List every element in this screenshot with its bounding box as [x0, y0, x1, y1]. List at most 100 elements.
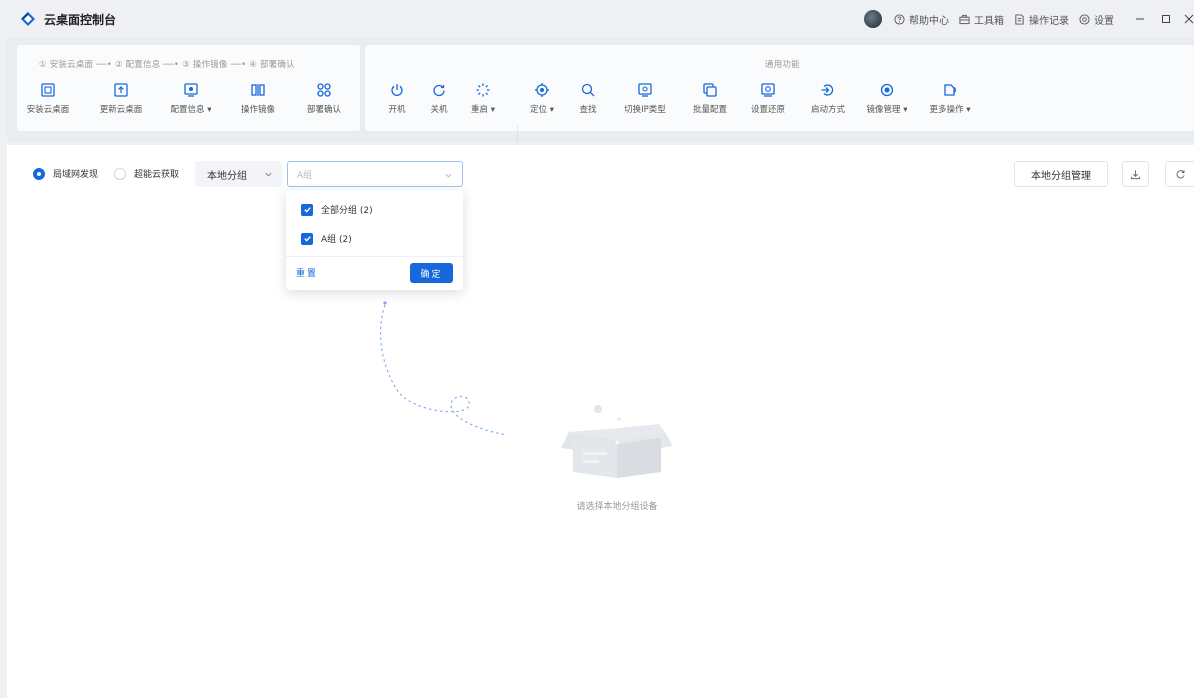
close-icon — [1184, 14, 1194, 24]
help-circle-icon — [894, 13, 905, 25]
toolbox-link[interactable]: 工具箱 — [959, 12, 1004, 27]
restart-label: 重启 ▾ — [471, 105, 495, 115]
install-desktop-label: 安装云桌面 — [26, 105, 70, 115]
power-off-icon — [433, 84, 445, 97]
operation-log-label: 操作记录 — [1029, 15, 1069, 27]
toolbox-icon — [959, 14, 970, 24]
radio-lan-discovery[interactable]: 局域网发现 — [33, 167, 98, 180]
log-icon — [1015, 13, 1024, 25]
setting-restore-button[interactable]: 设置还原 — [741, 81, 795, 115]
option-group-a[interactable]: A组 (2) — [301, 232, 352, 245]
option-all-groups-label: 全部分组 (2) — [321, 206, 373, 216]
empty-box-illustration — [561, 405, 673, 478]
confirm-button[interactable]: 确定 — [410, 263, 453, 283]
main-content: 局域网发现 超能云获取 本地分组 A组 本地分组管理 全部分组 (2) A组 (… — [7, 145, 1194, 698]
group-type-value: 本地分组 — [207, 170, 247, 182]
batch-config-icon — [703, 83, 717, 97]
help-center-link[interactable]: 帮助中心 — [894, 12, 949, 27]
local-group-manage-label: 本地分组管理 — [1031, 170, 1091, 182]
radio-cloud-fetch[interactable]: 超能云获取 — [114, 167, 179, 180]
deploy-icon — [317, 83, 331, 97]
avatar[interactable] — [864, 10, 882, 28]
config-icon — [184, 83, 198, 97]
power-on-icon — [391, 84, 403, 96]
radio-lan-dot — [33, 167, 45, 180]
option-group-a-label: A组 (2) — [321, 235, 352, 245]
minimize-button[interactable] — [1130, 9, 1150, 29]
group-filter-placeholder: A组 — [297, 170, 313, 181]
more-icon — [944, 84, 956, 96]
steps-panel: ① 安装云桌面 ──• ② 配置信息 ──• ③ 操作镜像 ──• ④ 部署确认… — [17, 45, 360, 131]
operate-image-button[interactable]: 操作镜像 — [231, 81, 285, 115]
switch-ip-icon — [638, 83, 652, 97]
boot-icon — [821, 84, 834, 96]
checkbox-all-groups[interactable] — [301, 203, 313, 216]
restart-button[interactable]: 重启 ▾ — [456, 81, 510, 115]
group-filter-select[interactable]: A组 — [287, 161, 463, 187]
search-button[interactable]: 查找 — [561, 81, 615, 115]
radio-lan-label: 局域网发现 — [53, 170, 99, 180]
settings-link[interactable]: 设置 — [1079, 12, 1114, 27]
image-icon — [251, 84, 265, 96]
locate-icon — [535, 83, 549, 97]
update-icon — [114, 83, 128, 97]
dropdown-divider — [286, 256, 463, 257]
boot-mode-button[interactable]: 启动方式 — [801, 81, 855, 115]
update-desktop-label: 更新云桌面 — [99, 105, 143, 115]
install-desktop-button[interactable]: 安装云桌面 — [21, 81, 75, 115]
power-off-label: 关机 — [430, 105, 448, 115]
checkbox-group-a[interactable] — [301, 232, 313, 245]
refresh-button[interactable] — [1165, 161, 1194, 187]
option-all-groups[interactable]: 全部分组 (2) — [301, 203, 373, 216]
settings-icon — [1079, 13, 1090, 25]
locate-label: 定位 ▾ — [530, 105, 554, 115]
search-icon — [581, 83, 595, 97]
local-group-manage-button[interactable]: 本地分组管理 — [1014, 161, 1108, 187]
install-icon — [41, 83, 55, 97]
power-on-label: 开机 — [388, 105, 406, 115]
download-icon — [1130, 169, 1141, 179]
more-actions-button[interactable]: 更多操作 ▾ — [923, 81, 977, 115]
operation-log-link[interactable]: 操作记录 — [1014, 12, 1069, 27]
steps-title: ① 安装云桌面 ──• ② 配置信息 ──• ③ 操作镜像 ──• ④ 部署确认 — [39, 60, 295, 70]
group-type-select[interactable]: 本地分组 — [195, 161, 282, 187]
help-center-label: 帮助中心 — [909, 15, 949, 27]
minimize-icon — [1136, 18, 1144, 20]
common-functions-title: 通用功能 — [765, 60, 800, 70]
close-button[interactable] — [1184, 9, 1194, 29]
reset-link[interactable]: 重置 — [296, 266, 318, 279]
image-manage-icon — [880, 83, 894, 97]
group-dropdown: 全部分组 (2) A组 (2) 重置 确定 — [286, 190, 463, 290]
chevron-down-icon — [265, 172, 272, 177]
operate-image-label: 操作镜像 — [240, 105, 275, 115]
more-actions-label: 更多操作 ▾ — [929, 105, 971, 115]
restart-icon — [476, 83, 490, 97]
restore-icon — [761, 83, 775, 97]
batch-config-button[interactable]: 批量配置 — [683, 81, 737, 115]
radio-cloud-label: 超能云获取 — [134, 170, 180, 180]
update-desktop-button[interactable]: 更新云桌面 — [94, 81, 148, 115]
top-right-links: 帮助中心 工具箱 操作记录 设置 — [864, 0, 1194, 38]
title-bar: 云桌面控制台 帮助中心 工具箱 操作记录 设置 — [0, 0, 1194, 38]
image-manage-label: 镜像管理 ▾ — [866, 105, 908, 115]
switch-ip-type-button[interactable]: 切换IP类型 — [618, 81, 672, 115]
refresh-icon — [1176, 169, 1185, 178]
deploy-confirm-button[interactable]: 部署确认 — [297, 81, 351, 115]
deploy-confirm-label: 部署确认 — [306, 105, 341, 115]
batch-config-label: 批量配置 — [692, 105, 727, 115]
chevron-down-icon — [445, 173, 452, 178]
radio-cloud-dot — [114, 167, 126, 180]
common-functions-panel: 通用功能 开机 关机 重启 ▾ 定位 ▾ 查找 切换IP类型 批量配置 设置还原… — [365, 45, 1194, 131]
boot-mode-label: 启动方式 — [810, 105, 845, 115]
confirm-label: 确定 — [420, 269, 443, 280]
setting-restore-label: 设置还原 — [750, 105, 785, 115]
config-info-button[interactable]: 配置信息 ▾ — [164, 81, 218, 115]
maximize-button[interactable] — [1156, 9, 1176, 29]
empty-state-text: 请选择本地分组设备 — [576, 502, 658, 512]
image-manage-button[interactable]: 镜像管理 ▾ — [860, 81, 914, 115]
download-button[interactable] — [1122, 161, 1149, 187]
maximize-icon — [1162, 15, 1170, 23]
toolbar: ① 安装云桌面 ──• ② 配置信息 ──• ③ 操作镜像 ──• ④ 部署确认… — [7, 38, 1194, 154]
check-icon — [303, 236, 311, 242]
check-icon — [303, 207, 311, 213]
